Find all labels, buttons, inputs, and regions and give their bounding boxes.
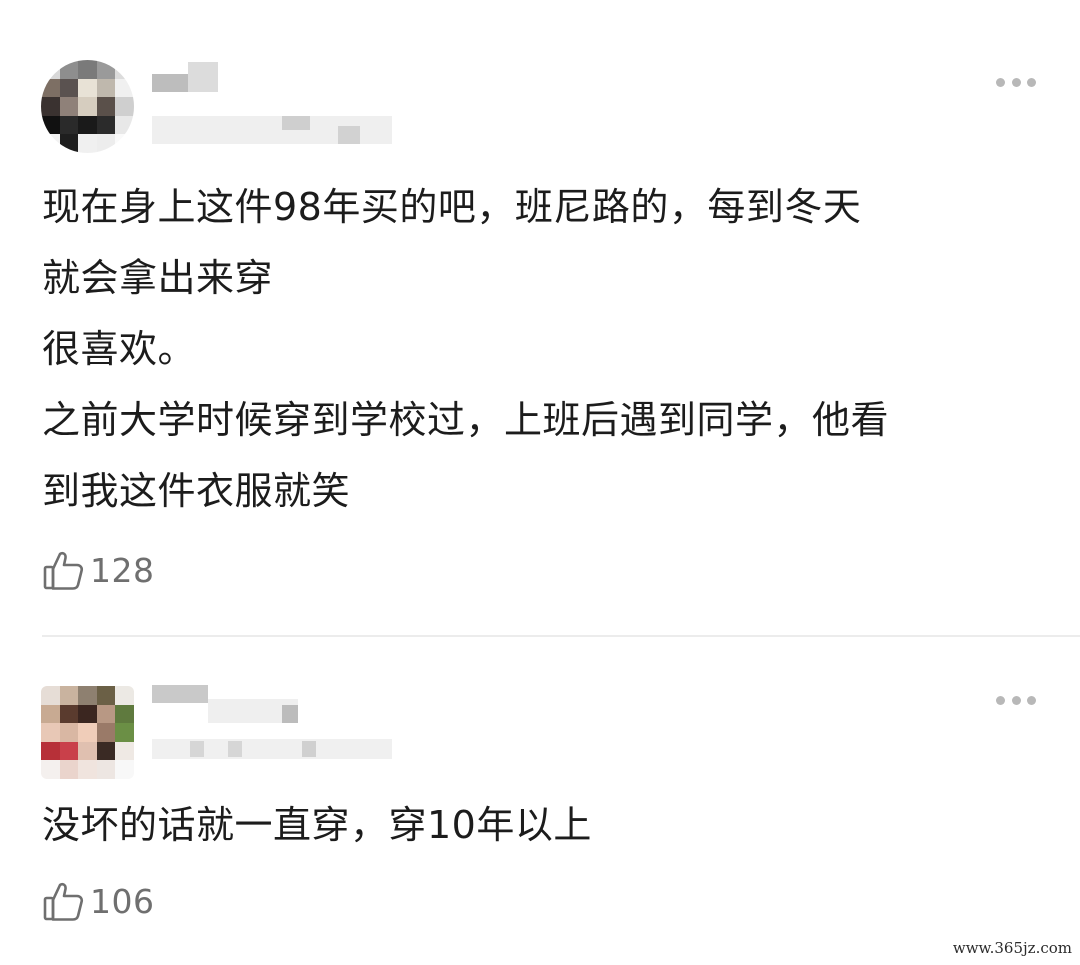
comment-item: 没坏的话就一直穿，穿10年以上 106	[0, 637, 1080, 965]
more-options-icon[interactable]	[996, 695, 1036, 705]
like-button[interactable]: 128	[42, 548, 155, 592]
thumbs-up-icon	[43, 551, 84, 590]
blurred-meta	[228, 741, 242, 757]
like-button[interactable]: 106	[42, 879, 155, 923]
blurred-meta	[302, 741, 316, 757]
comment-line: 很喜欢。	[42, 327, 197, 371]
comment-text: 没坏的话就一直穿，穿10年以上	[42, 790, 1042, 861]
avatar[interactable]	[41, 60, 134, 153]
comment-line: 到我这件衣服就笑	[42, 469, 351, 513]
comment-item: 现在身上这件98年买的吧，班尼路的，每到冬天 就会拿出来穿 很喜欢。 之前大学时…	[0, 0, 1080, 636]
watermark: www.365jz.com	[952, 939, 1072, 957]
comment-text: 现在身上这件98年买的吧，班尼路的，每到冬天 就会拿出来穿 很喜欢。 之前大学时…	[42, 172, 1042, 527]
comment-line: 就会拿出来穿	[42, 256, 274, 300]
comment-line: 之前大学时候穿到学校过，上班后遇到同学，他看	[42, 398, 890, 442]
blurred-username	[282, 705, 298, 723]
like-count: 128	[90, 550, 155, 590]
blurred-username	[152, 74, 188, 92]
thumbs-up-icon	[43, 882, 84, 921]
comment-line: 没坏的话就一直穿，穿10年以上	[42, 803, 592, 847]
blurred-meta	[152, 739, 392, 759]
like-count: 106	[90, 881, 155, 921]
avatar[interactable]	[41, 686, 134, 779]
blurred-meta	[338, 126, 360, 144]
blurred-username	[152, 685, 208, 703]
blurred-meta	[282, 116, 310, 130]
more-options-icon[interactable]	[996, 77, 1036, 87]
blurred-username	[188, 62, 218, 92]
comment-line: 现在身上这件98年买的吧，班尼路的，每到冬天	[42, 185, 862, 229]
blurred-meta	[190, 741, 204, 757]
